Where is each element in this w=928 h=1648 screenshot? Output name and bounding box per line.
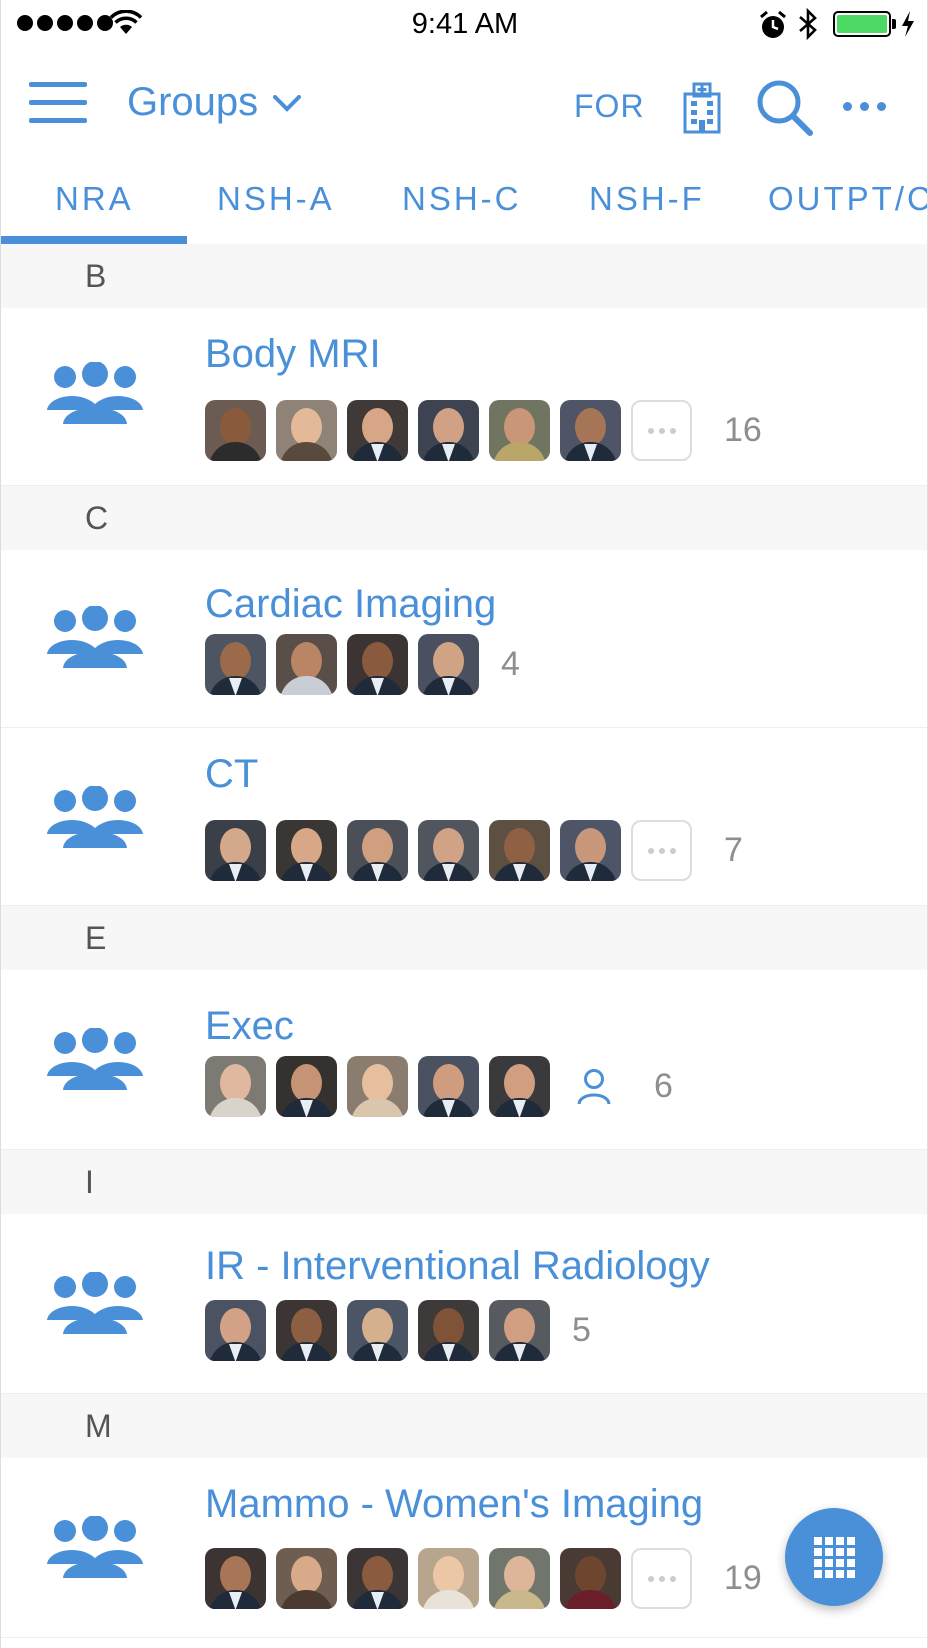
tab-nsh-c[interactable]: NSH-C — [402, 180, 522, 218]
member-avatars: 19 — [205, 1548, 762, 1609]
member-avatars: 5 — [205, 1300, 591, 1361]
member-count: 7 — [724, 831, 743, 869]
member-count: 4 — [501, 645, 520, 683]
section-header: B — [1, 244, 927, 308]
hospital-building-icon[interactable] — [681, 80, 723, 134]
bluetooth-icon — [799, 8, 817, 40]
status-time: 9:41 AM — [411, 8, 519, 40]
active-tab-indicator — [1, 236, 187, 244]
member-count: 19 — [724, 1559, 762, 1597]
avatar — [205, 820, 266, 881]
chevron-down-icon — [273, 94, 302, 112]
nav-title: Groups — [127, 80, 259, 124]
tab-nsh-f[interactable]: NSH-F — [589, 180, 705, 218]
member-count: 5 — [572, 1311, 591, 1349]
for-filter-button[interactable]: FOR — [574, 88, 645, 125]
member-avatars: 4 — [205, 634, 520, 695]
avatar — [276, 400, 337, 461]
avatar — [205, 1300, 266, 1361]
member-avatars: 6 — [205, 1056, 673, 1117]
group-name: IR - Interventional Radiology — [205, 1244, 710, 1288]
section-header: E — [1, 906, 927, 970]
group-name: Cardiac Imaging — [205, 582, 497, 626]
charging-bolt-icon — [902, 11, 914, 37]
section-header: I — [1, 1150, 927, 1214]
avatar — [489, 1056, 550, 1117]
avatar — [418, 1300, 479, 1361]
groups-list[interactable]: B Body MRI 16 C Cardiac Imaging 4 CT 7 E… — [1, 244, 927, 1638]
app-screen: 9:41 AM Groups FOR NRA NSH-A NSH-C NSH-F… — [0, 0, 928, 1648]
avatar — [489, 400, 550, 461]
avatar — [347, 400, 408, 461]
avatar — [276, 820, 337, 881]
dial-pad-button[interactable] — [785, 1508, 883, 1606]
avatar — [205, 400, 266, 461]
dial-pad-grid-icon — [813, 1536, 855, 1578]
avatar — [347, 820, 408, 881]
group-people-icon — [47, 606, 143, 668]
avatar — [347, 1548, 408, 1609]
section-header: C — [1, 486, 927, 550]
member-count: 16 — [724, 411, 762, 449]
tab-nra[interactable]: NRA — [55, 180, 134, 218]
more-members-button[interactable] — [631, 820, 692, 881]
avatar — [418, 1056, 479, 1117]
alarm-clock-icon — [760, 10, 786, 38]
member-avatars: 7 — [205, 820, 743, 881]
avatar — [205, 1548, 266, 1609]
avatar — [418, 400, 479, 461]
section-header: M — [1, 1394, 927, 1458]
group-name: Exec — [205, 1004, 294, 1048]
group-people-icon — [47, 1028, 143, 1090]
group-people-icon — [47, 362, 143, 424]
group-name: Body MRI — [205, 332, 381, 376]
avatar — [276, 634, 337, 695]
avatar — [347, 1056, 408, 1117]
avatar — [489, 1548, 550, 1609]
search-icon[interactable] — [755, 78, 815, 138]
tab-outpt[interactable]: OUTPT/C — [768, 180, 927, 218]
groups-dropdown[interactable]: Groups — [127, 80, 302, 125]
avatar — [418, 1548, 479, 1609]
avatar — [489, 820, 550, 881]
avatar — [205, 634, 266, 695]
group-name: CT — [205, 752, 259, 796]
group-row-exec[interactable]: Exec 6 — [1, 970, 927, 1150]
status-bar: 9:41 AM — [1, 0, 927, 52]
avatar — [560, 1548, 621, 1609]
avatar — [418, 634, 479, 695]
nav-bar: Groups FOR — [1, 60, 927, 150]
person-outline-icon — [577, 1068, 611, 1105]
avatar — [560, 820, 621, 881]
group-people-icon — [47, 786, 143, 848]
more-members-button[interactable] — [631, 1548, 692, 1609]
avatar — [276, 1548, 337, 1609]
avatar — [560, 400, 621, 461]
tab-nsh-a[interactable]: NSH-A — [217, 180, 335, 218]
member-avatars: 16 — [205, 400, 762, 461]
department-tabs: NRA NSH-A NSH-C NSH-F OUTPT/C — [1, 170, 927, 244]
group-row-ct[interactable]: CT 7 — [1, 728, 927, 906]
avatar — [347, 634, 408, 695]
avatar — [489, 1300, 550, 1361]
more-members-button[interactable] — [631, 400, 692, 461]
group-name: Mammo - Women's Imaging — [205, 1482, 704, 1526]
hamburger-menu-icon[interactable] — [29, 82, 87, 126]
avatar — [276, 1056, 337, 1117]
group-people-icon — [47, 1516, 143, 1578]
avatar — [276, 1300, 337, 1361]
avatar — [418, 820, 479, 881]
group-people-icon — [47, 1272, 143, 1334]
avatar — [205, 1056, 266, 1117]
avatar — [347, 1300, 408, 1361]
group-row-ir[interactable]: IR - Interventional Radiology 5 — [1, 1214, 927, 1394]
member-count: 6 — [654, 1067, 673, 1105]
more-horizontal-icon[interactable] — [843, 102, 886, 111]
group-row-body-mri[interactable]: Body MRI 16 — [1, 308, 927, 486]
battery-icon — [833, 11, 891, 37]
group-row-cardiac-imaging[interactable]: Cardiac Imaging 4 — [1, 550, 927, 728]
